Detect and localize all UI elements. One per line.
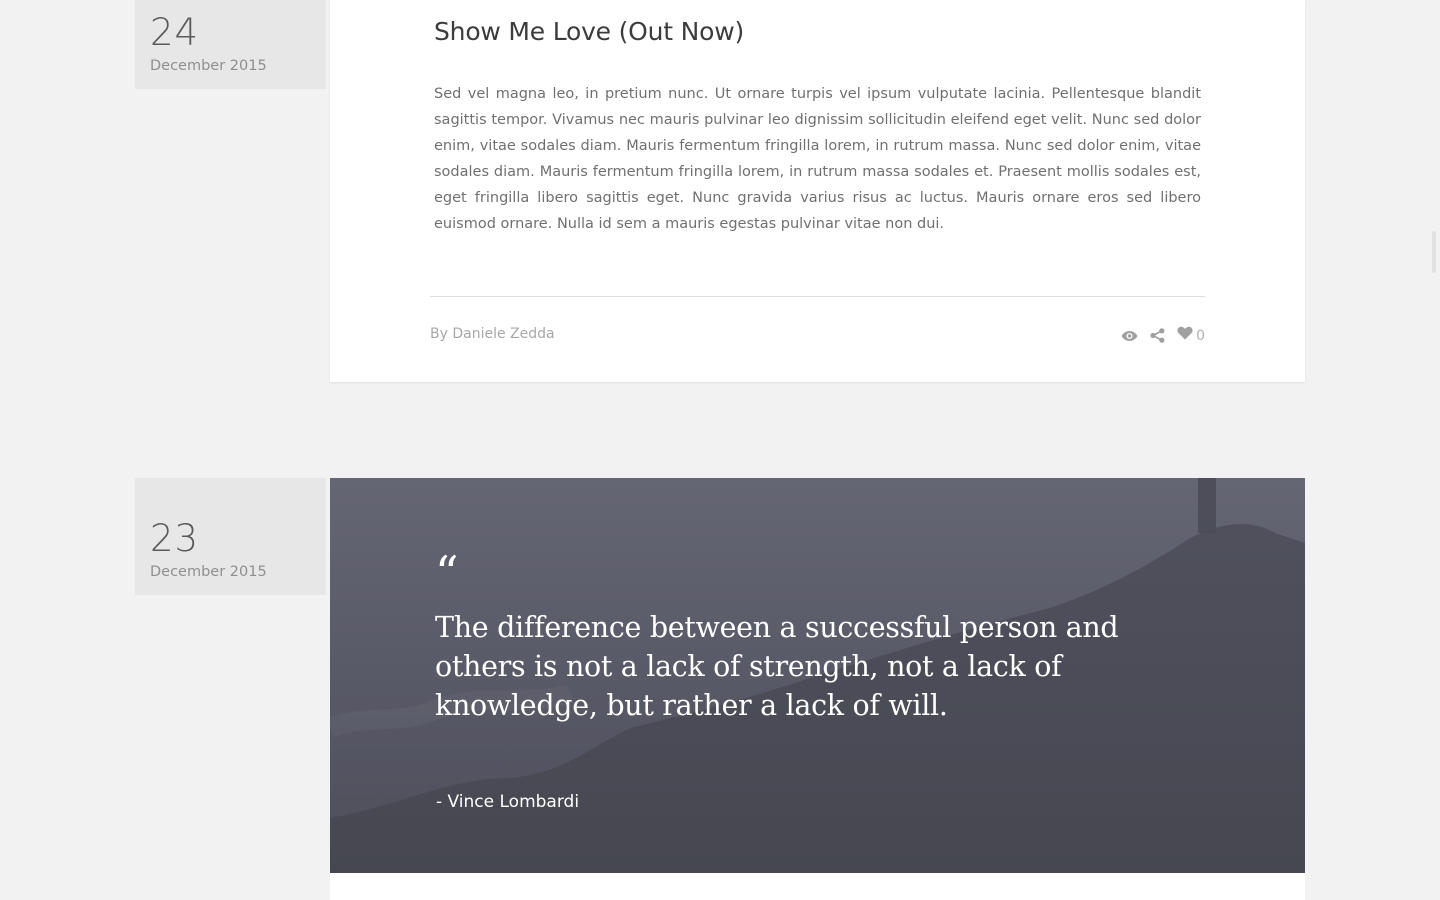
post-date-month: December 2015: [150, 564, 267, 580]
author-prefix: By: [430, 326, 448, 342]
quote-author: - Vince Lombardi: [436, 792, 580, 812]
eye-icon[interactable]: [1121, 330, 1138, 342]
quote-text: The difference between a successful pers…: [435, 611, 1119, 722]
author-name-link[interactable]: Daniele Zedda: [452, 326, 554, 342]
post-date-box: 23 December 2015: [135, 478, 326, 595]
post-date-day: 23: [150, 517, 200, 560]
like-count: 0: [1196, 327, 1205, 344]
post-author: By Daniele Zedda: [430, 326, 555, 342]
quote-post-card: “ The difference between a successful pe…: [330, 478, 1305, 873]
next-post-card: [330, 873, 1305, 900]
blog-page: 24 December 2015 Show Me Love (Out Now) …: [0, 0, 1440, 900]
heart-icon: [1177, 326, 1193, 345]
quote-mark-icon: “: [435, 546, 459, 600]
like-button[interactable]: 0: [1177, 326, 1205, 345]
post-date-day: 24: [150, 11, 200, 54]
share-icon[interactable]: [1150, 328, 1165, 343]
post-date-box: 24 December 2015: [135, 0, 326, 89]
post-excerpt: Sed vel magna leo, in pretium nunc. Ut o…: [434, 86, 1201, 232]
post-date-month: December 2015: [150, 58, 267, 74]
post-card: Show Me Love (Out Now) Sed vel magna leo…: [330, 0, 1305, 382]
scrollbar-thumb[interactable]: [1432, 231, 1436, 273]
post-divider: [430, 296, 1205, 297]
post-actions: 0: [1121, 326, 1205, 345]
post-title[interactable]: Show Me Love (Out Now): [434, 17, 744, 46]
